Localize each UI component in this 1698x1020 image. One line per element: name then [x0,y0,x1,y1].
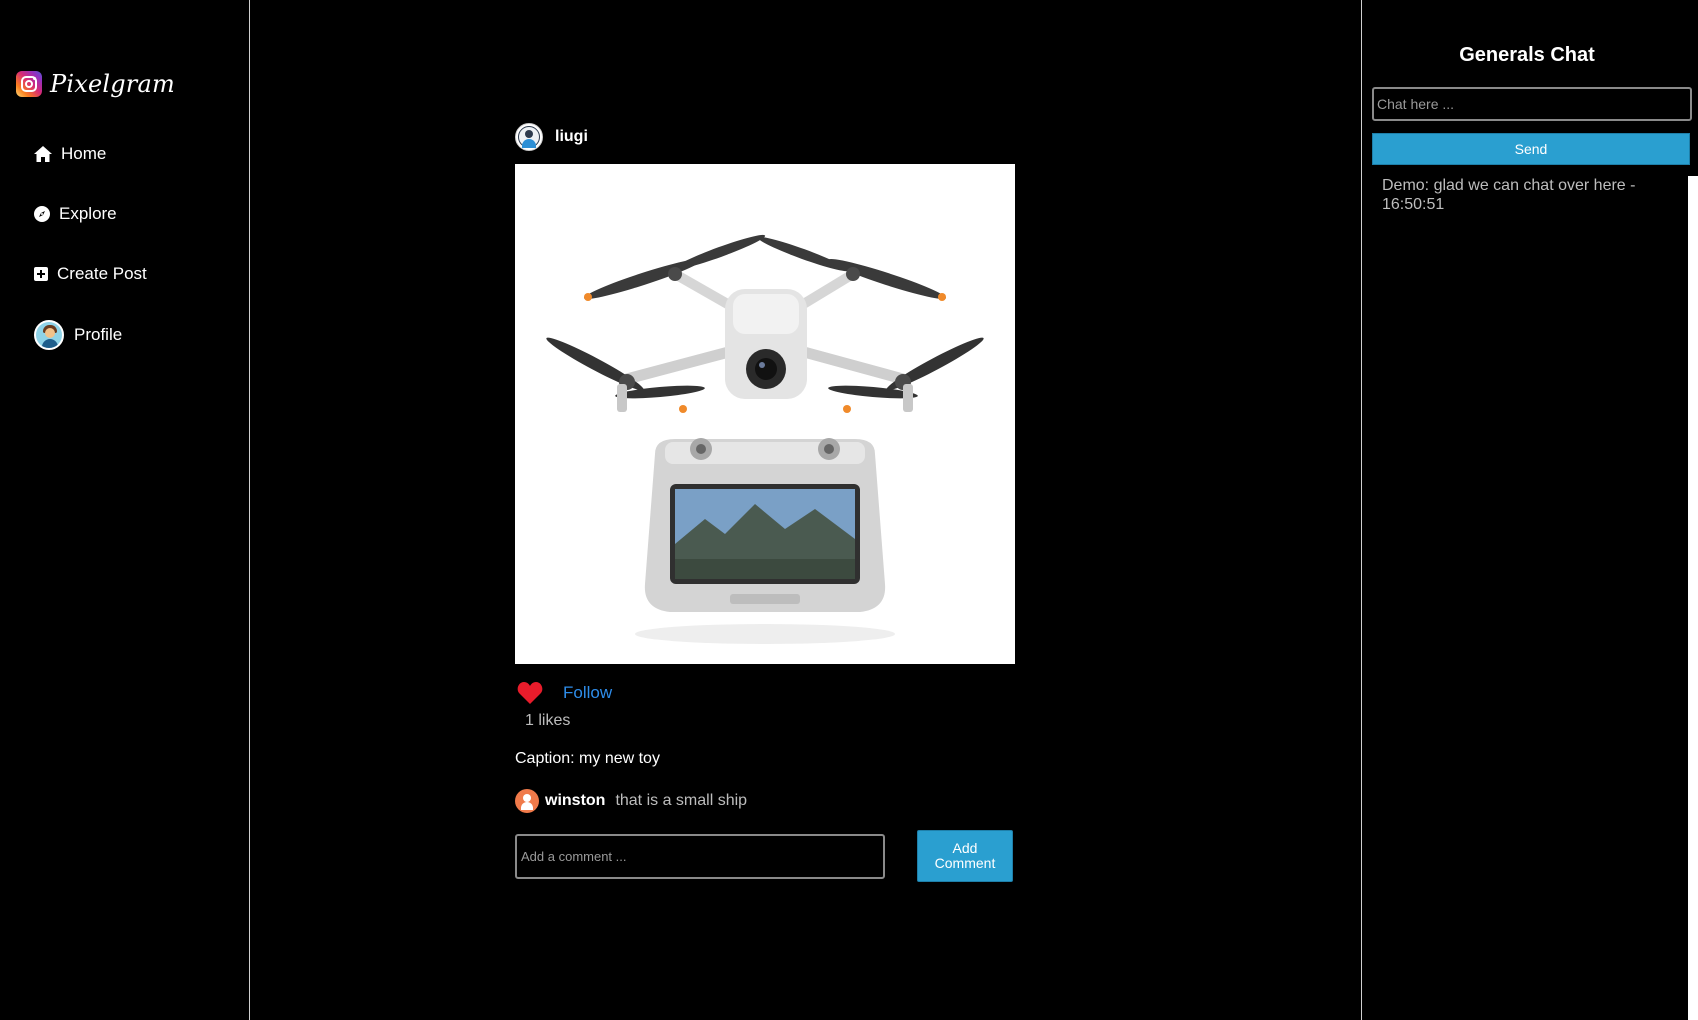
chat-scrollbar[interactable] [1688,176,1698,1020]
comment-item: winston that is a small ship [515,789,747,813]
instagram-icon [16,71,42,97]
chat-messages: Demo: glad we can chat over here - 16:50… [1382,176,1652,214]
app-logo[interactable]: Pixelgram [16,70,175,98]
sidebar-item-label: Profile [74,325,123,344]
send-button[interactable]: Send [1372,133,1690,165]
chat-input[interactable] [1372,87,1692,121]
sidebar-item-label: Create Post [57,264,147,283]
sidebar-item-label: Explore [59,204,117,223]
comment-username[interactable]: winston [545,792,605,810]
sidebar-item-label: Home [61,144,107,163]
add-comment-button[interactable]: Add Comment [917,830,1013,882]
compass-icon [34,206,50,222]
chat-title: Generals Chat [1459,44,1595,66]
follow-button[interactable]: Follow [563,683,612,703]
sidebar-item-profile[interactable]: Profile [34,320,122,350]
user-avatar[interactable] [515,123,543,151]
feed: liugi Follow 1 likes Caption: my new toy… [251,0,1361,1020]
post-header: liugi [515,123,588,151]
post-image [515,164,1015,664]
chat-panel: Generals Chat Send Demo: glad we can cha… [1361,0,1698,1020]
post-actions: Follow [517,682,612,704]
comment-avatar[interactable] [515,789,539,813]
comment-input[interactable] [515,834,885,879]
sidebar-item-home[interactable]: Home [34,144,106,164]
heart-icon[interactable] [517,682,543,704]
likes-count: 1 likes [525,712,571,729]
plus-square-icon [34,267,48,281]
drone-image [546,234,984,644]
chat-message: Demo: glad we can chat over here - 16:50… [1382,177,1636,213]
app-logo-text: Pixelgram [50,70,175,98]
home-icon [34,146,52,162]
sidebar: Pixelgram Home Explore Create Post Profi… [0,0,250,1020]
sidebar-item-create-post[interactable]: Create Post [34,264,147,284]
avatar [34,320,64,350]
post-caption: Caption: my new toy [515,750,660,767]
sidebar-item-explore[interactable]: Explore [34,204,117,224]
comment-text: that is a small ship [615,792,748,809]
post-username[interactable]: liugi [555,128,588,146]
